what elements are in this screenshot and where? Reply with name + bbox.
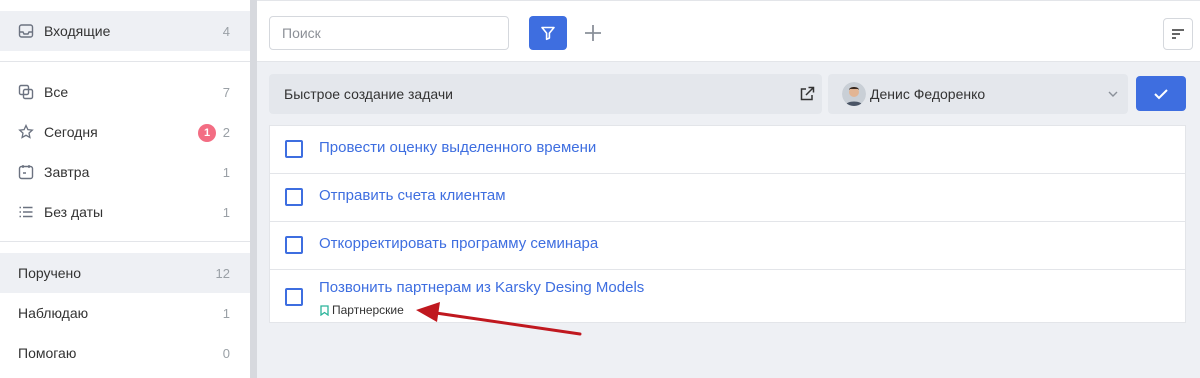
sidebar-item-label: Поручено bbox=[18, 265, 82, 281]
task-title[interactable]: Отправить счета клиентам bbox=[319, 187, 506, 204]
sidebar-item-helping[interactable]: Помогаю 0 bbox=[0, 333, 250, 373]
quick-create-bar bbox=[269, 74, 822, 114]
notification-badge: 1 bbox=[198, 124, 216, 142]
search-input[interactable] bbox=[269, 16, 509, 50]
task-checkbox[interactable] bbox=[285, 236, 303, 254]
sidebar-item-label: Без даты bbox=[44, 204, 104, 220]
quick-create-input[interactable] bbox=[269, 74, 789, 114]
plus-icon bbox=[585, 25, 601, 41]
sidebar-item-label: Входящие bbox=[44, 23, 111, 39]
sidebar-item-label: Наблюдаю bbox=[18, 305, 89, 321]
toolbar bbox=[257, 0, 1200, 62]
sidebar-item-no-date[interactable]: Без даты 1 bbox=[0, 192, 250, 232]
panel-splitter[interactable] bbox=[250, 0, 257, 378]
confirm-button[interactable] bbox=[1136, 76, 1186, 111]
task-title[interactable]: Позвонить партнерам из Karsky Desing Mod… bbox=[319, 279, 644, 296]
sidebar-item-today[interactable]: Сегодня 1 2 bbox=[0, 112, 250, 152]
task-checkbox[interactable] bbox=[285, 188, 303, 206]
external-link-icon[interactable] bbox=[799, 86, 815, 102]
task-row: Отправить счета клиентам bbox=[270, 174, 1185, 222]
sidebar-item-label: Сегодня bbox=[44, 124, 98, 140]
list-icon bbox=[19, 206, 33, 218]
stack-icon bbox=[18, 84, 34, 100]
sidebar: Входящие 4 Все 7 Сегодня 1 2 Завтра 1 Бе… bbox=[0, 0, 250, 378]
sidebar-item-count: 1 bbox=[222, 204, 230, 220]
task-list: Провести оценку выделенного времени Отпр… bbox=[269, 125, 1186, 323]
task-checkbox[interactable] bbox=[285, 288, 303, 306]
check-icon bbox=[1154, 88, 1168, 99]
filter-icon bbox=[541, 26, 555, 41]
task-tag[interactable]: Партнерские bbox=[320, 303, 404, 317]
sidebar-item-label: Завтра bbox=[44, 164, 90, 180]
filter-button[interactable] bbox=[529, 16, 567, 50]
sort-icon bbox=[1172, 29, 1184, 39]
tag-label: Партнерские bbox=[332, 303, 404, 317]
task-row: Позвонить партнерам из Karsky Desing Mod… bbox=[270, 270, 1185, 322]
sidebar-item-tomorrow[interactable]: Завтра 1 bbox=[0, 152, 250, 192]
task-title[interactable]: Откорректировать программу семинара bbox=[319, 235, 598, 252]
task-row: Провести оценку выделенного времени bbox=[270, 126, 1185, 174]
sidebar-item-label: Помогаю bbox=[18, 345, 77, 361]
sidebar-item-count: 12 bbox=[215, 265, 230, 281]
sidebar-divider bbox=[0, 61, 250, 62]
sidebar-item-label: Все bbox=[44, 84, 69, 100]
avatar bbox=[842, 82, 866, 106]
add-button[interactable] bbox=[581, 19, 605, 47]
sidebar-item-all[interactable]: Все 7 bbox=[0, 72, 250, 112]
task-title[interactable]: Провести оценку выделенного времени bbox=[319, 139, 596, 156]
sort-button[interactable] bbox=[1163, 18, 1193, 50]
sidebar-divider bbox=[0, 241, 250, 242]
assignee-name: Денис Федоренко bbox=[870, 86, 986, 102]
calendar-icon bbox=[18, 165, 34, 180]
task-checkbox[interactable] bbox=[285, 140, 303, 158]
bookmark-icon bbox=[320, 304, 329, 316]
sidebar-item-count: 2 bbox=[222, 124, 230, 140]
sidebar-item-count: 0 bbox=[222, 345, 230, 361]
sidebar-item-count: 7 bbox=[222, 84, 230, 100]
sidebar-item-inbox[interactable]: Входящие 4 bbox=[0, 11, 250, 51]
star-icon bbox=[18, 124, 34, 139]
assignee-select[interactable]: Денис Федоренко bbox=[828, 74, 1128, 114]
task-row: Откорректировать программу семинара bbox=[270, 222, 1185, 270]
sidebar-item-assigned[interactable]: Поручено 12 bbox=[0, 253, 250, 293]
sidebar-item-count: 1 bbox=[222, 164, 230, 180]
inbox-icon bbox=[18, 24, 34, 38]
sidebar-item-watching[interactable]: Наблюдаю 1 bbox=[0, 293, 250, 333]
sidebar-item-count: 1 bbox=[222, 305, 230, 321]
sidebar-item-count: 4 bbox=[222, 23, 230, 39]
chevron-down-icon bbox=[1108, 91, 1118, 97]
